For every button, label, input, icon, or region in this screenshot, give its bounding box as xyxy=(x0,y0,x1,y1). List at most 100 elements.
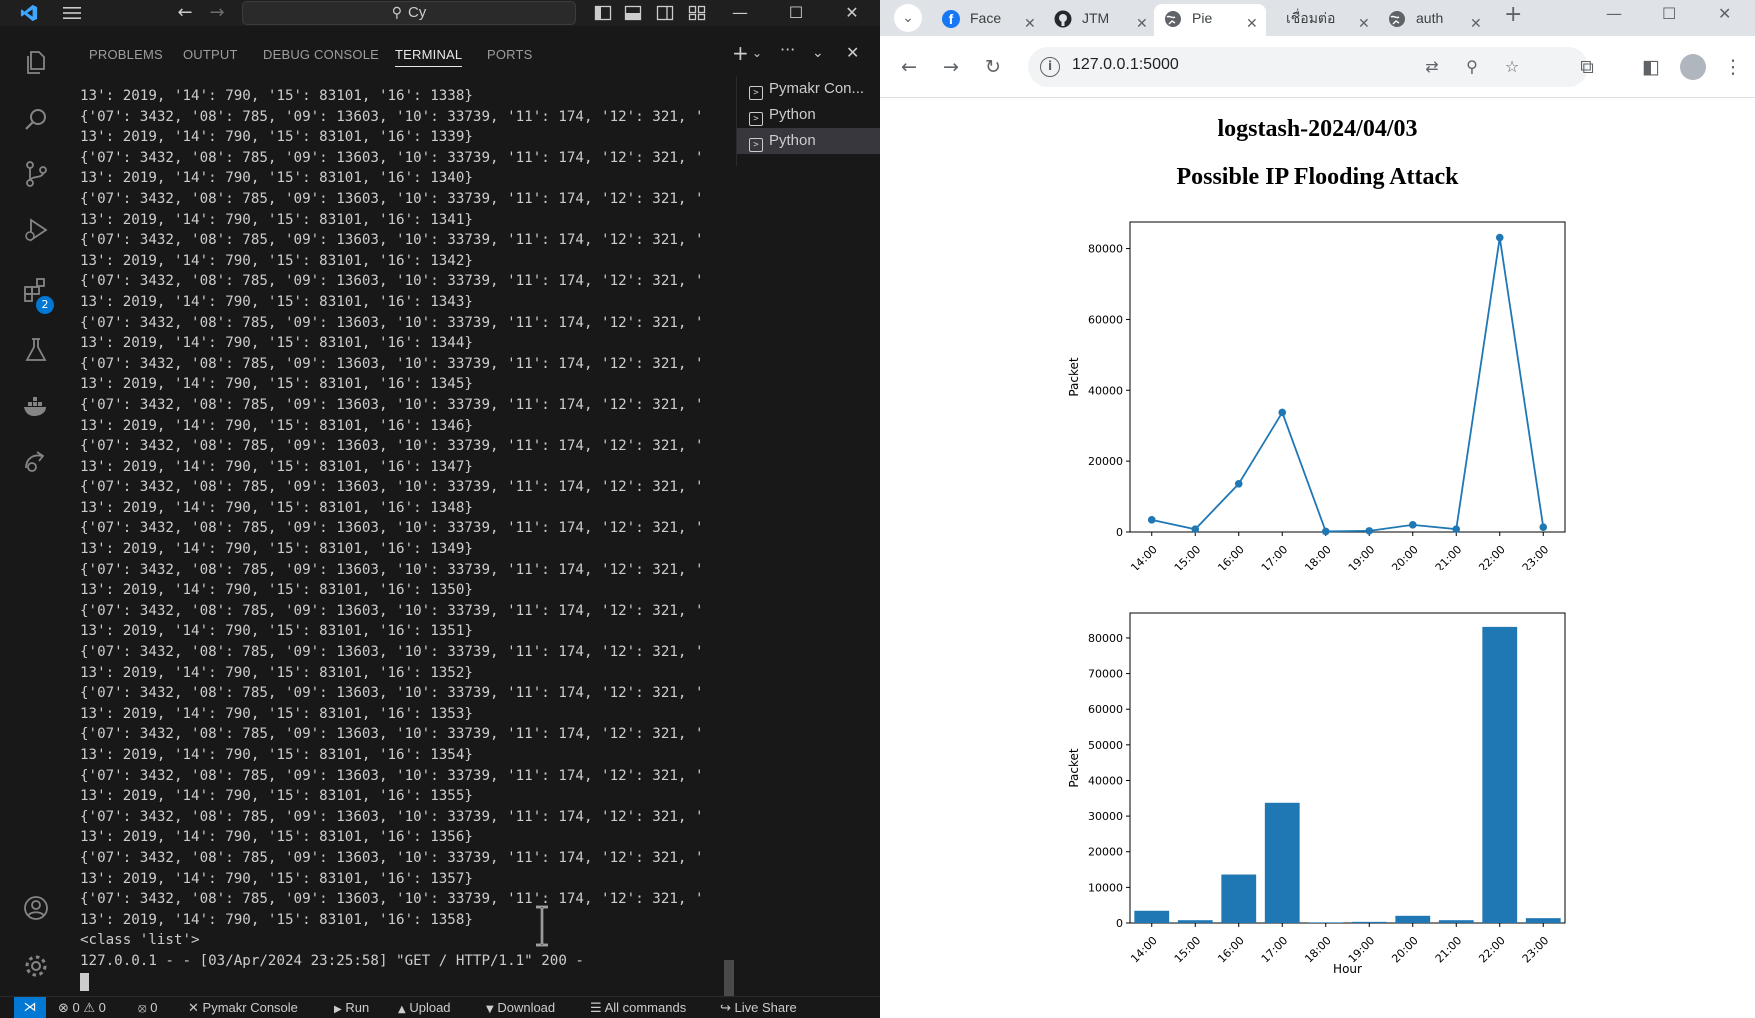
docker-icon[interactable] xyxy=(22,392,50,420)
tab-thai-title: เชื่อมต่อ xyxy=(1286,10,1336,26)
terminal-line: 13': 2019, '14': 790, '15': 83101, '16':… xyxy=(80,870,473,887)
tab-facebook[interactable]: f Face ✕ xyxy=(932,4,1044,36)
forward-arrow-icon[interactable]: → xyxy=(208,3,226,23)
terminal-line: 13': 2019, '14': 790, '15': 83101, '16':… xyxy=(80,293,473,310)
x-tick-label: 21:00 xyxy=(1433,543,1465,570)
x-tick-label: 21:00 xyxy=(1433,934,1465,966)
close-tab-icon[interactable]: ✕ xyxy=(1136,10,1148,36)
minimize-icon[interactable]: — xyxy=(720,0,760,26)
terminal-instance-item[interactable]: > Python xyxy=(737,102,881,128)
terminal-dropdown-icon[interactable]: ⌄ xyxy=(752,46,762,60)
maximize-icon[interactable]: ☐ xyxy=(776,0,816,26)
accounts-icon[interactable] xyxy=(22,894,50,922)
terminal-line: 13': 2019, '14': 790, '15': 83101, '16':… xyxy=(80,747,473,763)
new-terminal-icon[interactable]: + xyxy=(732,41,749,65)
close-window-icon[interactable]: ✕ xyxy=(1718,4,1731,23)
search-icon: ⚲ xyxy=(391,5,402,21)
problems-status[interactable]: ⊗ 0 ⚠ 0 xyxy=(58,1000,106,1016)
tab-search-icon[interactable]: ⌄ xyxy=(894,4,922,32)
terminal-line: 127.0.0.1 - - [03/Apr/2024 23:25:58] "GE… xyxy=(80,952,584,969)
terminal-prompt-line[interactable] xyxy=(80,972,730,993)
close-panel-icon[interactable]: ✕ xyxy=(846,43,859,62)
run-button[interactable]: ▶ Run xyxy=(334,1000,369,1015)
reload-icon[interactable]: ↻ xyxy=(980,54,1006,80)
download-button[interactable]: ▼ Download xyxy=(486,1000,555,1015)
minimize-icon[interactable]: — xyxy=(1606,4,1622,23)
menu-icon[interactable] xyxy=(62,4,82,22)
explorer-icon[interactable] xyxy=(22,48,50,76)
forward-icon[interactable]: → xyxy=(938,54,964,80)
bar xyxy=(1177,920,1213,923)
more-actions-icon[interactable]: ··· xyxy=(780,40,795,59)
zoom-icon[interactable]: ⚲ xyxy=(1462,57,1482,77)
extensions-puzzle-icon[interactable]: ⧉ xyxy=(1574,54,1600,80)
pymakr-console-button[interactable]: ✕ Pymakr Console xyxy=(188,1000,298,1016)
live-share-button[interactable]: ↪ Live Share xyxy=(720,1000,797,1016)
back-arrow-icon[interactable]: ← xyxy=(176,3,194,23)
terminal-instance-item[interactable]: > Pymakr Con... xyxy=(737,76,881,102)
terminal-line: 13': 2019, '14': 790, '15': 83101, '16':… xyxy=(80,499,473,516)
terminal-line: {'07': 3432, '08': 785, '09': 13603, '10… xyxy=(80,561,704,578)
source-control-icon[interactable] xyxy=(22,160,50,188)
tab-auth[interactable]: auth ✕ xyxy=(1378,4,1490,36)
close-tab-icon[interactable]: ✕ xyxy=(1358,10,1370,36)
terminal-scrollbar[interactable] xyxy=(724,960,734,1000)
search-icon[interactable] xyxy=(22,106,50,134)
side-panel-icon[interactable]: ◧ xyxy=(1638,54,1664,80)
customize-layout-icon[interactable] xyxy=(688,4,706,22)
translate-icon[interactable]: ⇄ xyxy=(1422,57,1442,77)
download-icon: ▼ xyxy=(486,1004,494,1015)
x-axis-label: Hour xyxy=(1333,962,1362,976)
back-icon[interactable]: ← xyxy=(896,54,922,80)
tab-thai-page[interactable]: เชื่อมต่อ ✕ xyxy=(1266,4,1378,36)
y-axis-label: Packet xyxy=(1067,357,1081,397)
terminal-output[interactable]: 13': 2019, '14': 790, '15': 83101, '16':… xyxy=(80,86,730,996)
close-tab-icon[interactable]: ✕ xyxy=(1246,10,1258,36)
remote-indicator-icon[interactable]: ⋊ xyxy=(14,997,46,1018)
profile-avatar[interactable] xyxy=(1680,54,1706,80)
tab-terminal[interactable]: TERMINAL xyxy=(395,47,463,67)
toggle-panel-icon[interactable] xyxy=(624,4,642,22)
terminal-icon: > xyxy=(749,112,763,126)
maximize-panel-icon[interactable]: ⌄ xyxy=(812,45,824,61)
plot-frame xyxy=(1129,221,1566,533)
toggle-primary-sidebar-icon[interactable] xyxy=(594,4,612,22)
address-bar[interactable]: i 127.0.0.1:5000 ⇄ ⚲ ☆ xyxy=(1028,47,1588,87)
site-info-icon[interactable]: i xyxy=(1040,57,1060,77)
manage-gear-icon[interactable] xyxy=(22,952,50,980)
tab-github[interactable]: JTM ✕ xyxy=(1044,4,1156,36)
tab-output[interactable]: OUTPUT xyxy=(183,47,238,62)
close-tab-icon[interactable]: ✕ xyxy=(1470,10,1482,36)
x-tick-label: 20:00 xyxy=(1389,934,1421,966)
command-center-search[interactable]: ⚲ Cy xyxy=(242,1,576,25)
tab-ports[interactable]: PORTS xyxy=(487,47,533,62)
ports-status[interactable]: ⦻ 0 xyxy=(138,1000,157,1016)
all-commands-button[interactable]: ☰ All commands xyxy=(590,1000,686,1016)
terminal-line: 13': 2019, '14': 790, '15': 83101, '16':… xyxy=(80,911,473,928)
bar xyxy=(1351,921,1387,923)
panel-tab-bar: PROBLEMS OUTPUT DEBUG CONSOLE TERMINAL P… xyxy=(72,40,880,70)
y-tick-label: 50000 xyxy=(1088,739,1123,752)
upload-button[interactable]: ▲ Upload xyxy=(398,1000,451,1015)
restore-icon[interactable]: ☐ xyxy=(1662,4,1676,23)
toggle-secondary-sidebar-icon[interactable] xyxy=(656,4,674,22)
terminal-instance-item[interactable]: > Python xyxy=(737,128,881,154)
terminal-line: {'07': 3432, '08': 785, '09': 13603, '10… xyxy=(80,849,704,866)
chrome-menu-icon[interactable]: ⋮ xyxy=(1720,54,1746,80)
all-commands-label: All commands xyxy=(604,1000,687,1015)
bookmark-star-icon[interactable]: ☆ xyxy=(1502,57,1522,77)
close-tab-icon[interactable]: ✕ xyxy=(1024,10,1036,36)
testing-icon[interactable] xyxy=(22,336,50,364)
terminal-line: {'07': 3432, '08': 785, '09': 13603, '10… xyxy=(80,891,704,908)
y-tick-label: 0 xyxy=(1116,917,1123,930)
tab-debug-console[interactable]: DEBUG CONSOLE xyxy=(263,47,379,62)
terminal-line: 13': 2019, '14': 790, '15': 83101, '16':… xyxy=(80,170,473,187)
tab-active-page[interactable]: Pie ✕ xyxy=(1154,4,1266,36)
run-and-debug-icon[interactable] xyxy=(22,216,50,244)
close-window-icon[interactable]: ✕ xyxy=(832,0,872,26)
data-point xyxy=(1539,523,1548,531)
live-share-icon[interactable] xyxy=(22,448,50,476)
new-tab-icon[interactable]: + xyxy=(1504,2,1522,27)
data-point xyxy=(1495,233,1504,242)
tab-problems[interactable]: PROBLEMS xyxy=(89,47,163,62)
